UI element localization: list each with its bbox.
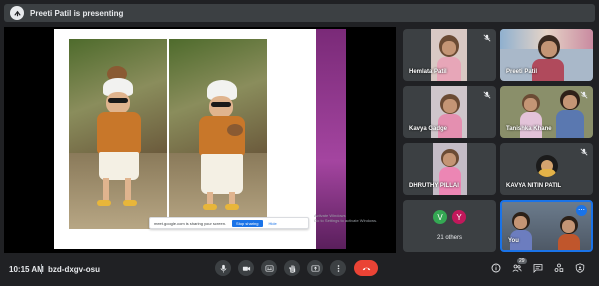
mic-off-icon	[580, 148, 588, 156]
stop-sharing-button[interactable]: Stop sharing	[232, 219, 263, 227]
participant-tile[interactable]: Preeti Patil	[500, 29, 593, 81]
camera-icon	[242, 266, 250, 271]
participant-name: Preeti Patil	[506, 69, 538, 75]
present-icon	[311, 264, 319, 272]
watermark-line-2: Go to Settings to activate Windows.	[314, 218, 378, 223]
microphone-icon	[220, 264, 226, 273]
mic-off-icon	[580, 91, 588, 99]
captions-button[interactable]	[261, 260, 277, 276]
presenting-icon	[10, 6, 24, 20]
end-call-icon	[362, 267, 370, 270]
avatar: Y	[452, 210, 466, 224]
slide-photo-left	[69, 39, 167, 229]
hide-banner-button[interactable]: Hide	[269, 221, 277, 226]
bottom-toolbar: 10:15 AM bzd-dxgv-osu	[0, 256, 599, 286]
activities-icon	[554, 263, 564, 272]
mic-off-icon	[483, 91, 491, 99]
slide-photo-right	[169, 39, 267, 229]
participant-name: DHRUTHY PILLAI	[409, 183, 459, 189]
participant-name: Tanishka Khane	[506, 126, 552, 132]
more-options-button[interactable]	[330, 260, 346, 276]
present-screen-button[interactable]	[307, 260, 323, 276]
participant-tile[interactable]: Hemlata Patil	[403, 29, 496, 81]
participant-name: Hemlata Patil	[409, 69, 447, 75]
presenter-text: Preeti Patil is presenting	[30, 8, 124, 18]
participants-count-badge: 29	[517, 258, 527, 264]
more-vert-icon	[337, 264, 339, 272]
mic-off-icon	[483, 34, 491, 42]
meeting-info-button[interactable]	[489, 261, 503, 275]
participant-tile[interactable]: DHRUTHY PILLAI	[403, 143, 496, 195]
meeting-time: 10:15 AM	[9, 265, 44, 274]
chat-icon	[533, 264, 543, 273]
shared-slide: meet.google.com is sharing your screen. …	[54, 29, 316, 249]
participant-avatar	[536, 155, 558, 177]
hand-icon	[288, 264, 295, 273]
participant-name: KAVYA NITIN PATIL	[506, 183, 562, 189]
presenter-bar: Preeti Patil is presenting	[4, 4, 595, 22]
share-banner-text: meet.google.com is sharing your screen.	[154, 220, 227, 226]
participant-name: Kavya Gadge	[409, 126, 448, 132]
others-tile[interactable]: V Y 21 others	[403, 200, 496, 252]
meeting-code: bzd-dxgv-osu	[48, 265, 100, 274]
camera-button[interactable]	[238, 260, 254, 276]
activities-button[interactable]	[552, 261, 566, 275]
microphone-button[interactable]	[215, 260, 231, 276]
meet-window: Preeti Patil is presenting meet.google.c…	[0, 0, 599, 286]
avatar: V	[433, 210, 447, 224]
info-icon	[491, 263, 501, 273]
raise-hand-button[interactable]	[284, 260, 300, 276]
presentation-stage: meet.google.com is sharing your screen. …	[4, 27, 396, 253]
others-count: 21 others	[436, 235, 463, 241]
leave-call-button[interactable]	[354, 260, 378, 276]
more-options-icon[interactable]: ⋯	[576, 205, 587, 216]
host-controls-button[interactable]	[573, 261, 587, 275]
participant-tile[interactable]: Tanishka Khane	[500, 86, 593, 138]
captions-icon	[265, 264, 273, 272]
people-icon	[512, 264, 522, 272]
self-tile[interactable]: ⋯ You	[500, 200, 593, 252]
self-name: You	[508, 238, 519, 244]
screen-share-banner: meet.google.com is sharing your screen. …	[149, 217, 309, 229]
shield-icon	[575, 263, 585, 273]
participant-tile[interactable]: Kavya Gadge	[403, 86, 496, 138]
windows-watermark: Activate Windows Go to Settings to activ…	[314, 213, 377, 223]
divider	[41, 264, 42, 274]
chat-button[interactable]	[531, 261, 545, 275]
participant-tile[interactable]: KAVYA NITIN PATIL	[500, 143, 593, 195]
